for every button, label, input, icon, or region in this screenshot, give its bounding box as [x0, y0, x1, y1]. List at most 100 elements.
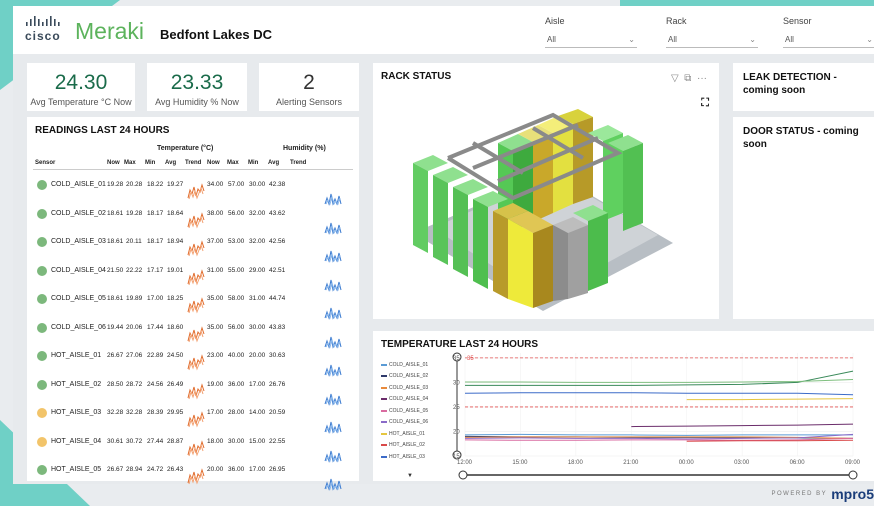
column-header[interactable]: Min — [248, 160, 258, 166]
table-row[interactable]: HOT_AISLE_02 28.50 28.72 24.56 26.49 19.00 36.… — [27, 374, 359, 406]
temp-cell: 19.28 — [126, 209, 143, 217]
series-line — [464, 433, 853, 436]
temp-cell: 22.22 — [126, 266, 143, 274]
column-header[interactable]: Sensor — [35, 160, 55, 166]
chevron-down-icon: ⌄ — [866, 35, 873, 44]
status-dot — [37, 294, 47, 304]
x-tick-label: 06:00 — [790, 460, 806, 466]
temperature-line-chart[interactable]: 152025303512:00 15:00 18:00 21:00 00:00 03:00… — [373, 331, 874, 481]
sensor-name: HOT_AISLE_01 — [51, 352, 102, 359]
status-dot — [37, 322, 47, 333]
mpro5-logo: mpro5 — [831, 486, 874, 502]
sensor-name: HOT_AISLE_04 — [51, 437, 102, 445]
sensor-select[interactable]: All ⌄ — [783, 32, 874, 48]
leak-detection-card: LEAK DETECTION - coming soon — [733, 63, 874, 111]
aisle-filter[interactable]: Aisle All ⌄ — [545, 16, 637, 48]
humidity-cell: 32.00 — [249, 238, 266, 245]
temp-cell: 29.95 — [167, 409, 184, 416]
humidity-cell: 38.00 — [207, 209, 224, 217]
threshold-label: 35 — [467, 356, 474, 362]
humidity-cell: 17.00 — [249, 380, 266, 388]
humidity-cell: 35.00 — [207, 323, 224, 331]
table-row[interactable]: COLD_AISLE_05 18.61 19.89 17.00 18.25 35.00 58… — [27, 288, 359, 320]
time-range-handle — [458, 470, 468, 480]
temp-cell: 19.27 — [167, 181, 184, 188]
column-header[interactable]: Now — [107, 160, 120, 166]
humidity-cell: 19.00 — [207, 380, 224, 388]
humidity-cell: 15.00 — [249, 437, 266, 445]
door-status-title: DOOR STATUS - coming soon — [743, 125, 859, 151]
status-dot — [37, 465, 47, 475]
sensor-name: COLD_AISLE_04 — [51, 266, 106, 274]
visual-toolbar: ▽ ⧉ ··· — [671, 73, 707, 84]
humidity-cell: 42.51 — [269, 266, 286, 274]
temp-cell: 18.64 — [167, 209, 184, 217]
temp-cell: 19.89 — [126, 295, 143, 302]
temperature-trend-sparkline — [187, 183, 205, 200]
rack-filter[interactable]: Rack All ⌄ — [666, 16, 758, 48]
humidity-cell: 20.00 — [249, 352, 266, 359]
temperature-trend-sparkline — [187, 268, 205, 286]
aisle-value: All — [547, 35, 556, 44]
table-row[interactable]: COLD_AISLE_03 18.61 20.11 18.17 18.94 37.00 53… — [27, 231, 359, 263]
humidity-cell: 22.55 — [269, 437, 286, 445]
rack-select[interactable]: All ⌄ — [666, 32, 758, 48]
temperature-chart-card: TEMPERATURE LAST 24 HOURS COLD_AISLE_01 C… — [373, 331, 874, 481]
filter-icon[interactable]: ▽ — [671, 73, 679, 84]
humidity-cell: 14.00 — [249, 409, 266, 416]
sensor-filter[interactable]: Sensor All ⌄ — [783, 16, 874, 48]
rack-status-card: RACK STATUS ▽ ⧉ ··· ⛶ — [373, 63, 719, 319]
powered-by-text: POWERED BY — [771, 491, 828, 497]
column-header[interactable]: Avg — [268, 160, 279, 166]
column-header[interactable]: Avg — [165, 160, 176, 166]
humidity-cell: 28.00 — [228, 409, 245, 416]
dashboard-header: cisco Meraki Bedfont Lakes DC Aisle All ⌄… — [13, 6, 874, 54]
column-header[interactable]: Max — [227, 160, 239, 166]
temperature-trend-sparkline — [187, 382, 205, 400]
temp-cell: 28.50 — [107, 380, 124, 388]
rack-3d-visual[interactable] — [403, 103, 683, 313]
series-line — [464, 392, 854, 396]
table-row[interactable]: HOT_AISLE_03 32.28 32.28 28.39 29.95 17.00 28.… — [27, 402, 359, 434]
humidity-group-header: Humidity (%) — [283, 145, 326, 152]
temp-cell: 18.17 — [147, 209, 164, 217]
temp-cell: 21.50 — [107, 266, 124, 274]
temp-cell: 26.43 — [167, 466, 184, 473]
column-header[interactable]: Min — [145, 160, 155, 166]
column-header[interactable]: Now — [207, 160, 220, 166]
column-header[interactable]: Trend — [185, 160, 201, 166]
more-options-icon[interactable]: ··· — [697, 73, 707, 84]
temp-cell: 18.22 — [147, 181, 164, 188]
readings-title: READINGS LAST 24 HOURS — [35, 125, 170, 136]
humidity-cell: 56.00 — [228, 209, 245, 217]
table-row[interactable]: HOT_AISLE_01 26.67 27.06 22.89 24.50 23.00 40.… — [27, 345, 359, 377]
table-row[interactable]: HOT_AISLE_04 30.61 30.72 27.44 28.87 18.00 30.… — [27, 431, 359, 463]
status-dot — [37, 408, 47, 418]
column-header[interactable]: Max — [124, 160, 136, 166]
humidity-cell: 26.76 — [269, 380, 286, 388]
column-header[interactable]: Trend — [290, 160, 306, 166]
temp-cell: 19.28 — [107, 181, 124, 188]
header-divider — [33, 169, 353, 170]
expand-icon[interactable]: ⧉ — [684, 73, 691, 84]
temp-cell: 19.44 — [107, 323, 124, 331]
table-row[interactable]: COLD_AISLE_04 21.50 22.22 17.17 19.01 31.00 55… — [27, 260, 359, 292]
sensor-name: COLD_AISLE_02 — [51, 209, 106, 217]
table-row[interactable]: HOT_AISLE_05 26.67 28.94 24.72 26.43 20.00 36.… — [27, 459, 359, 491]
sensor-name: COLD_AISLE_03 — [51, 238, 106, 245]
table-row[interactable]: COLD_AISLE_06 19.44 20.06 17.44 18.60 35.00 56… — [27, 317, 359, 349]
aisle-select[interactable]: All ⌄ — [545, 32, 637, 48]
cisco-logo: cisco — [25, 15, 65, 45]
humidity-cell: 40.00 — [228, 352, 245, 359]
temp-cell: 24.50 — [167, 352, 184, 359]
focus-mode-icon[interactable]: ⛶ — [701, 97, 709, 110]
humidity-cell: 30.63 — [269, 352, 286, 359]
x-tick-label: 00:00 — [679, 460, 695, 466]
table-row[interactable]: COLD_AISLE_02 18.61 19.28 18.17 18.64 38.00 56… — [27, 203, 359, 235]
kpi-value: 24.30 — [54, 71, 108, 94]
readings-table-card: READINGS LAST 24 HOURS Temperature (°C) … — [27, 117, 359, 491]
table-row[interactable]: COLD_AISLE_01 19.28 20.28 18.22 19.27 34.00 57… — [27, 174, 359, 206]
time-range-handle — [848, 470, 858, 480]
status-dot — [37, 379, 47, 390]
kpi-alerting-sensors: 2 Alerting Sensors — [259, 63, 359, 111]
